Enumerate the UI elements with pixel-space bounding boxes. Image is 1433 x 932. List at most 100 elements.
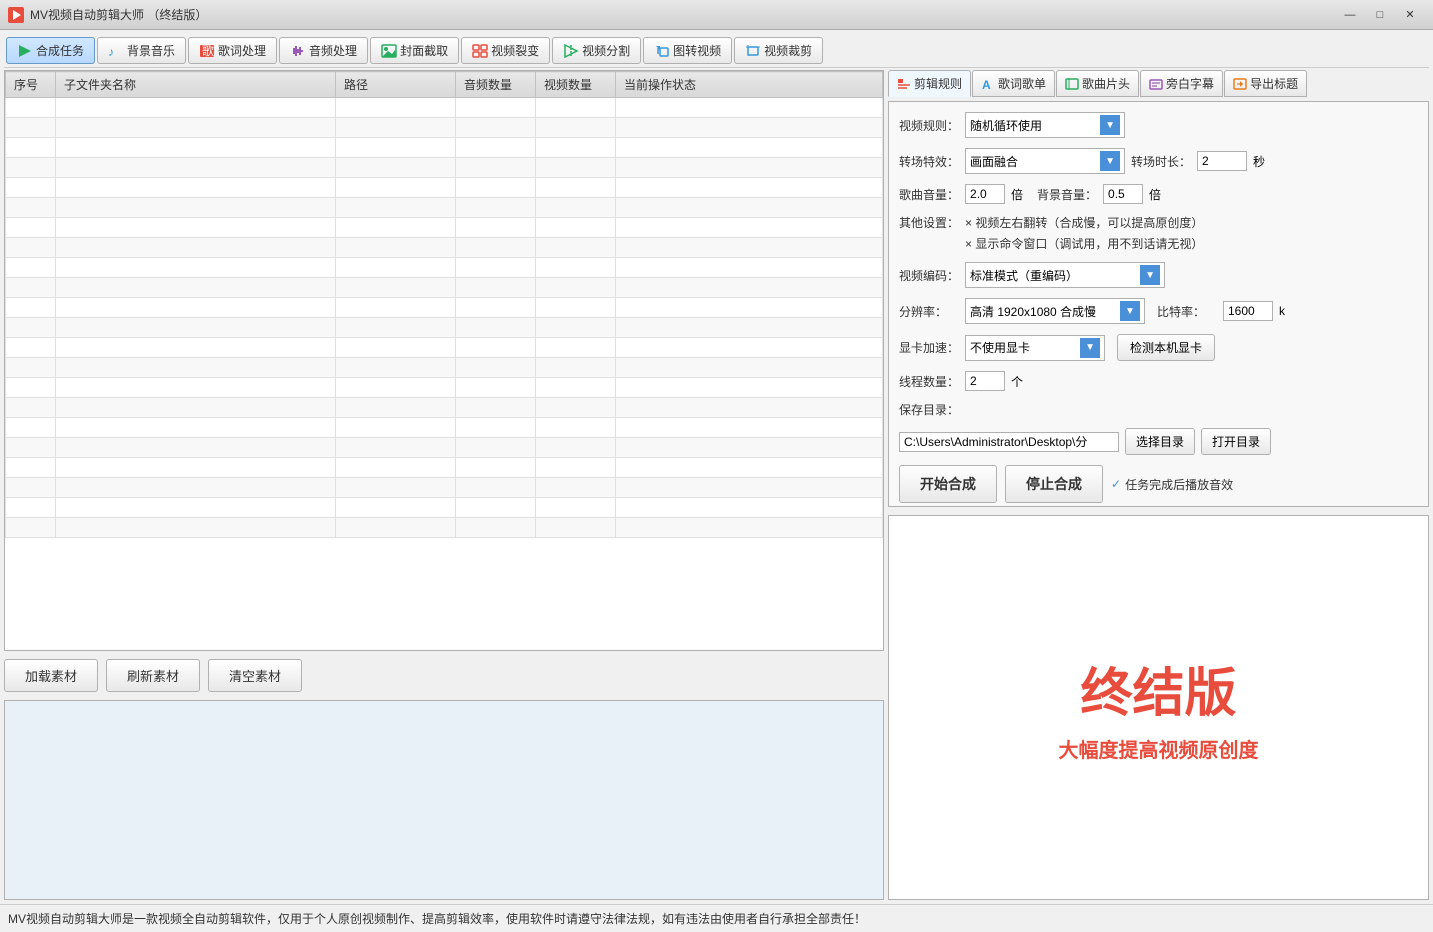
toolbar-label-split: 视频分割 <box>582 42 630 59</box>
open-dir-button[interactable]: 打开目录 <box>1201 428 1271 455</box>
transition-row: 转场特效： 画面融合 ▼ 转场时长： 秒 <box>899 148 1418 174</box>
video-codec-row: 视频编码： 标准模式（重编码） ▼ <box>899 262 1418 288</box>
col-header-subfolder: 子文件夹名称 <box>56 72 336 98</box>
song-vol-input[interactable] <box>965 184 1005 204</box>
video-codec-dropdown[interactable]: 标准模式（重编码） ▼ <box>965 262 1165 288</box>
other-settings-row: 其他设置： × 视频左右翻转（合成慢，可以提高原创度） × 显示命令窗口（调试用… <box>899 214 1418 252</box>
video-rule-dropdown[interactable]: 随机循环使用 ▼ <box>965 112 1125 138</box>
load-material-button[interactable]: 加载素材 <box>4 659 98 692</box>
clear-material-button[interactable]: 清空素材 <box>208 659 302 692</box>
bottom-info-area <box>4 700 884 900</box>
start-combine-button[interactable]: 开始合成 <box>899 465 997 503</box>
refresh-material-button[interactable]: 刷新素材 <box>106 659 200 692</box>
table-row <box>6 318 883 338</box>
title-bar: MV视频自动剪辑大师 （终结版） — □ ✕ <box>0 0 1433 30</box>
tab-subtitle[interactable]: 旁白字幕 <box>1140 70 1223 97</box>
thread-label: 线程数量： <box>899 373 959 390</box>
sound-check-label: 任务完成后播放音效 <box>1125 476 1233 493</box>
left-panel: 序号 子文件夹名称 路径 音频数量 视频数量 当前操作状态 <box>4 70 884 900</box>
data-table-container: 序号 子文件夹名称 路径 音频数量 视频数量 当前操作状态 <box>4 70 884 651</box>
resolution-label: 分辨率： <box>899 303 959 320</box>
table-row <box>6 478 883 498</box>
table-row <box>6 218 883 238</box>
table-row <box>6 278 883 298</box>
tab-export[interactable]: 导出标题 <box>1224 70 1307 97</box>
table-row <box>6 498 883 518</box>
table-row <box>6 418 883 438</box>
transition-dropdown[interactable]: 画面融合 ▼ <box>965 148 1125 174</box>
bg-vol-input[interactable] <box>1103 184 1143 204</box>
table-row <box>6 438 883 458</box>
video-rule-label: 视频规则： <box>899 117 959 134</box>
tab-label-clip: 歌曲片头 <box>1082 75 1130 92</box>
song-vol-label: 歌曲音量： <box>899 186 959 203</box>
select-dir-button[interactable]: 选择目录 <box>1125 428 1195 455</box>
table-row <box>6 178 883 198</box>
transition-dur-input[interactable] <box>1197 151 1247 171</box>
table-row <box>6 358 883 378</box>
toolbar-btn-cover[interactable]: 封面截取 <box>370 37 459 64</box>
status-bar: MV视频自动剪辑大师是一款视频全自动剪辑软件，仅用于个人原创视频制作、提高剪辑效… <box>0 904 1433 932</box>
savepath-input[interactable] <box>899 432 1119 452</box>
bg-vol-label: 背景音量： <box>1037 186 1097 203</box>
minimize-button[interactable]: — <box>1335 5 1365 25</box>
toolbar-label-combine: 合成任务 <box>36 42 84 59</box>
table-row <box>6 138 883 158</box>
savepath-row: 选择目录 打开目录 <box>899 428 1418 455</box>
data-table: 序号 子文件夹名称 路径 音频数量 视频数量 当前操作状态 <box>5 71 883 538</box>
main-container: 合成任务 ♪ 背景音乐 歌 歌词处理 音频处理 封面截取 <box>0 30 1433 904</box>
transition-dur-unit: 秒 <box>1253 153 1265 170</box>
status-text: MV视频自动剪辑大师是一款视频全自动剪辑软件，仅用于个人原创视频制作、提高剪辑效… <box>8 910 866 927</box>
bitrate-unit: k <box>1279 304 1285 318</box>
gpu-label: 显卡加速： <box>899 339 959 356</box>
savepath-label: 保存目录： <box>899 401 959 418</box>
col-header-status: 当前操作状态 <box>616 72 883 98</box>
table-row <box>6 198 883 218</box>
table-row <box>6 338 883 358</box>
flip-check[interactable]: × 视频左右翻转（合成慢，可以提高原创度） <box>965 214 1203 231</box>
col-header-index: 序号 <box>6 72 56 98</box>
toolbar-btn-rotate[interactable]: 图转视频 <box>643 37 732 64</box>
table-row <box>6 458 883 478</box>
table-row <box>6 298 883 318</box>
tab-editrules[interactable]: 剪辑规则 <box>888 70 971 97</box>
col-header-videocount: 视频数量 <box>536 72 616 98</box>
gpu-dropdown[interactable]: 不使用显卡 ▼ <box>965 335 1105 361</box>
close-button[interactable]: ✕ <box>1395 5 1425 25</box>
toolbar-btn-combine[interactable]: 合成任务 <box>6 37 95 64</box>
bitrate-input[interactable] <box>1223 301 1273 321</box>
toolbar-btn-audio[interactable]: 音频处理 <box>279 37 368 64</box>
table-row <box>6 98 883 118</box>
song-vol-unit: 倍 <box>1011 186 1023 203</box>
savepath-label-row: 保存目录： <box>899 401 1418 418</box>
resolution-dropdown[interactable]: 高清 1920x1080 合成慢 ▼ <box>965 298 1145 324</box>
stop-combine-button[interactable]: 停止合成 <box>1005 465 1103 503</box>
table-row <box>6 118 883 138</box>
video-codec-arrow: ▼ <box>1140 265 1160 285</box>
toolbar-btn-bgmusic[interactable]: ♪ 背景音乐 <box>97 37 186 64</box>
maximize-button[interactable]: □ <box>1365 5 1395 25</box>
settings-panel: 视频规则： 随机循环使用 ▼ 转场特效： 画面融合 ▼ 转场时长： 秒 <box>888 101 1429 507</box>
version-subtitle: 大幅度提高视频原创度 <box>1059 734 1259 763</box>
col-header-audiocount: 音频数量 <box>456 72 536 98</box>
toolbar-btn-crop[interactable]: 视频裁剪 <box>734 37 823 64</box>
right-panel: 剪辑规则 A 歌词歌单 歌曲片头 旁白字幕 导出标题 <box>888 70 1429 900</box>
title-bar-left: MV视频自动剪辑大师 （终结版） <box>8 6 207 23</box>
thread-input[interactable] <box>965 371 1005 391</box>
toolbar-btn-lyrics[interactable]: 歌 歌词处理 <box>188 37 277 64</box>
tab-lyrics[interactable]: A 歌词歌单 <box>972 70 1055 97</box>
sound-check: ✓ 任务完成后播放音效 <box>1111 476 1233 493</box>
gpu-arrow: ▼ <box>1080 338 1100 358</box>
bottom-buttons: 加载素材 刷新素材 清空素材 <box>4 655 884 696</box>
cmd-check[interactable]: × 显示命令窗口（调试用，用不到话请无视） <box>965 237 1203 251</box>
video-codec-label: 视频编码： <box>899 267 959 284</box>
toolbar-label-lyrics: 歌词处理 <box>218 42 266 59</box>
bottom-left-panel <box>4 700 884 900</box>
tab-clip[interactable]: 歌曲片头 <box>1056 70 1139 97</box>
toolbar-btn-split[interactable]: 视频分割 <box>552 37 641 64</box>
video-rule-arrow: ▼ <box>1100 115 1120 135</box>
toolbar-btn-transform[interactable]: 视频裂变 <box>461 37 550 64</box>
app-icon <box>8 7 24 23</box>
toolbar-label-bgmusic: 背景音乐 <box>127 42 175 59</box>
detect-gpu-button[interactable]: 检测本机显卡 <box>1117 334 1215 361</box>
